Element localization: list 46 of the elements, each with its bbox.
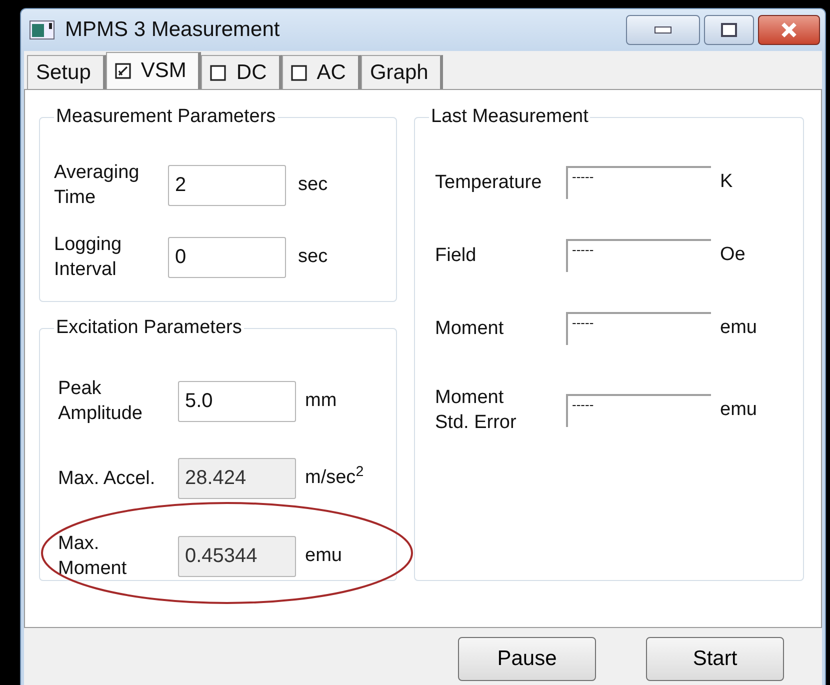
field-label: Field: [435, 244, 478, 268]
readout-field: -----: [566, 239, 711, 272]
tab[interactable]: Graph: [360, 55, 444, 89]
unit-label: mm: [305, 388, 337, 413]
tab[interactable]: VSM: [106, 52, 202, 89]
close-button[interactable]: [758, 15, 820, 45]
unit-label: emu: [720, 398, 757, 422]
close-icon: [779, 22, 799, 38]
minimize-button[interactable]: [626, 15, 700, 45]
tab-label: VSM: [140, 58, 186, 84]
input-field[interactable]: 0: [168, 236, 286, 278]
action-button[interactable]: Start: [646, 637, 784, 681]
minimize-icon: [654, 26, 672, 34]
unit-label: emu: [720, 316, 757, 340]
maximize-icon: [721, 23, 737, 37]
checkbox[interactable]: [210, 64, 226, 80]
input-field[interactable]: 2: [168, 164, 286, 206]
readout-field: -----: [566, 394, 711, 426]
action-button[interactable]: Pause: [458, 637, 596, 681]
maximize-button[interactable]: [704, 15, 754, 45]
unit-label: sec: [298, 244, 328, 269]
checkbox[interactable]: [290, 64, 307, 80]
window-icon: [29, 19, 55, 41]
tab[interactable]: DC: [201, 55, 282, 89]
readout-field: -----: [566, 312, 711, 345]
field-label: Temperature: [435, 171, 543, 195]
unit-label: K: [720, 170, 733, 194]
unit-label: m/sec$^{2}$: [305, 464, 364, 490]
unit-label: Oe: [720, 243, 746, 268]
tab[interactable]: AC: [282, 55, 361, 89]
field-label: Moment Std. Error: [435, 386, 518, 435]
unit-label: sec: [298, 172, 328, 197]
field-label: Max. Accel.: [58, 467, 156, 491]
field-label: Moment: [435, 317, 505, 341]
tab-label: DC: [236, 60, 267, 86]
input-field[interactable]: 5.0: [178, 380, 296, 422]
checkbox[interactable]: [114, 63, 131, 79]
unit-label: emu: [305, 544, 342, 568]
field-label: Max. Moment: [58, 532, 128, 581]
tab-label: AC: [316, 60, 346, 86]
field-label: Logging Interval: [54, 233, 123, 282]
readout-field: -----: [566, 166, 711, 199]
field-label: Peak Amplitude: [58, 377, 144, 426]
window-title: MPMS 3 Measurement: [65, 17, 280, 44]
field-label: Averaging Time: [54, 161, 140, 210]
tab[interactable]: Setup: [27, 55, 106, 89]
